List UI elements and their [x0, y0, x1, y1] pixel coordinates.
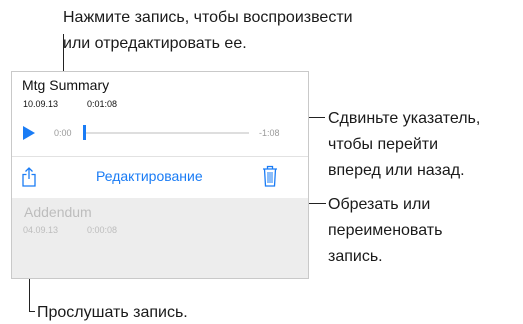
edit-button[interactable]: Редактирование — [96, 168, 203, 184]
callout-scrub-line-3: вперед или назад. — [328, 162, 465, 179]
trash-icon[interactable] — [262, 165, 278, 187]
recording-title: Mtg Summary — [22, 77, 110, 93]
recording-title: Addendum — [24, 204, 92, 220]
recording-duration: 0:01:08 — [87, 99, 118, 109]
recording-toolbar: Редактирование — [12, 157, 308, 197]
callout-tap-line-2: или отредактировать ее. — [63, 35, 247, 52]
recording-date: 04.09.13 — [23, 225, 59, 235]
callout-scrub-line-1: Сдвиньте указатель, — [328, 110, 481, 127]
callout-edit-line-3: запись. — [328, 248, 383, 265]
leader-line-play-h — [29, 311, 35, 312]
play-icon[interactable] — [23, 126, 35, 140]
share-icon[interactable] — [22, 167, 36, 187]
recording-duration: 0:00:08 — [87, 225, 118, 235]
callout-edit-line-1: Обрезать или — [328, 196, 431, 213]
recording-item[interactable]: Addendum 04.09.13 0:00:08 — [12, 198, 308, 278]
voice-memos-list: Mtg Summary 10.09.13 0:01:08 0:00 -1:08 … — [11, 71, 309, 279]
scrubber-track[interactable] — [85, 132, 249, 134]
callout-play: Прослушать запись. — [37, 304, 188, 321]
recording-date: 10.09.13 — [23, 99, 59, 109]
callout-scrub-line-2: чтобы перейти — [328, 136, 439, 153]
callout-scrub: Сдвиньте указатель, чтобы перейти вперед… — [328, 106, 480, 184]
time-elapsed: 0:00 — [54, 128, 72, 138]
callout-edit-line-2: переименовать — [328, 222, 443, 239]
time-remaining: -1:08 — [259, 128, 280, 138]
callout-edit: Обрезать или переименовать запись. — [328, 192, 442, 270]
scrubber-handle[interactable] — [83, 125, 86, 140]
callout-tap-line-1: Нажмите запись, чтобы воспроизвести — [63, 9, 353, 26]
callout-tap-recording: Нажмите запись, чтобы воспроизвести или … — [63, 5, 353, 57]
